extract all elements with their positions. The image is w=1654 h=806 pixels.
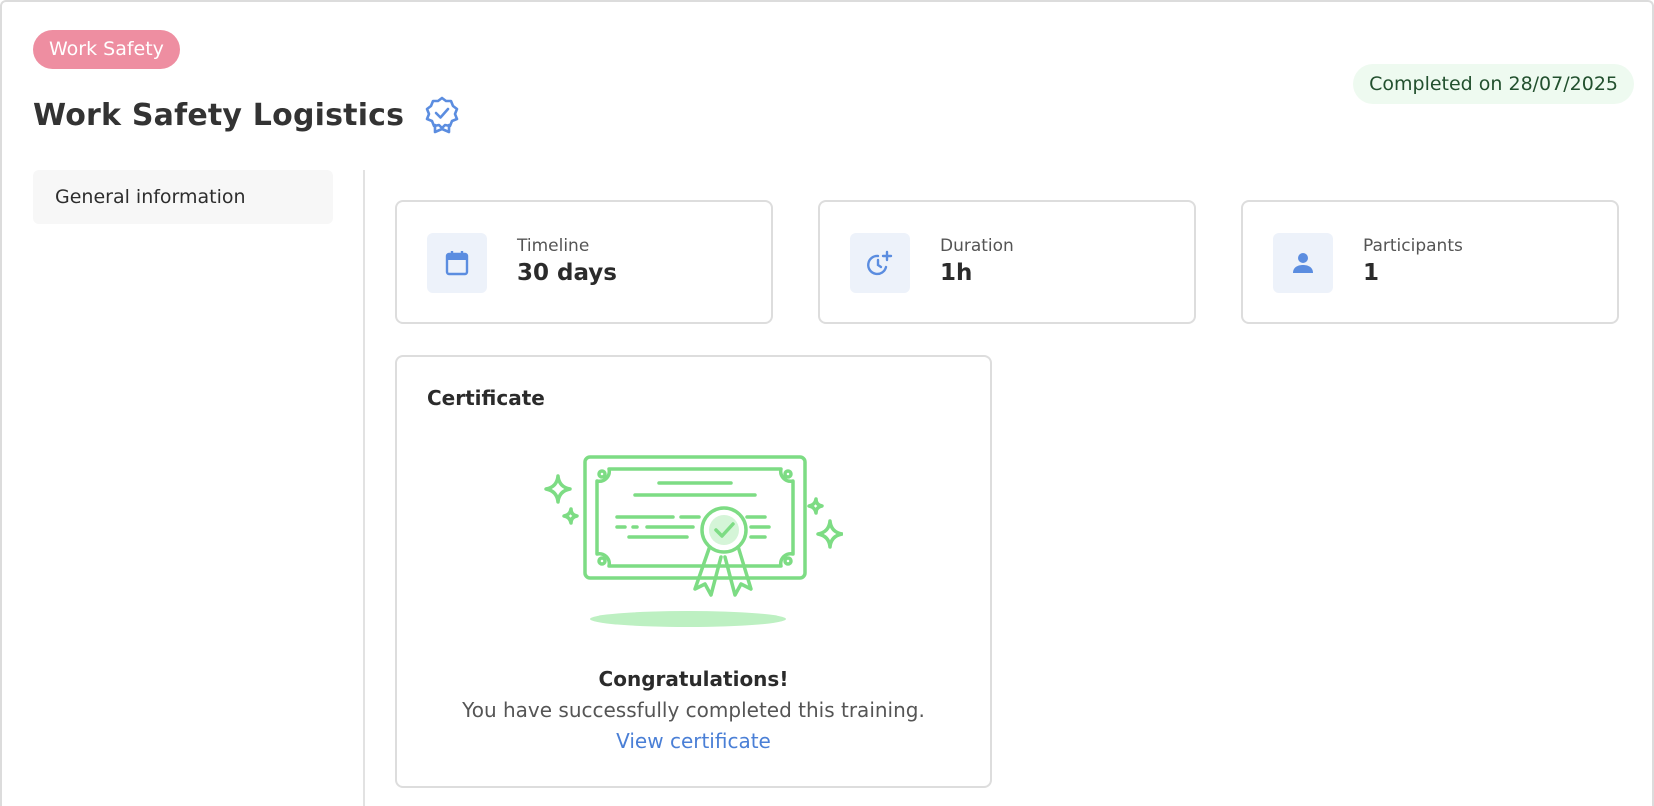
duration-card: Duration 1h bbox=[818, 200, 1196, 324]
stat-label: Timeline bbox=[517, 236, 590, 256]
stat-value: 1h bbox=[940, 260, 973, 286]
timeline-card: Timeline 30 days bbox=[395, 200, 773, 324]
stat-value: 30 days bbox=[517, 260, 617, 286]
completion-message: You have successfully completed this tra… bbox=[462, 698, 925, 722]
category-tag: Work Safety bbox=[33, 30, 180, 69]
stat-label: Participants bbox=[1363, 236, 1463, 256]
calendar-icon bbox=[427, 233, 487, 293]
stat-value: 1 bbox=[1363, 260, 1380, 286]
participants-card: Participants 1 bbox=[1241, 200, 1619, 324]
sidebar-divider bbox=[363, 170, 365, 806]
congratulations-text: Congratulations! bbox=[598, 667, 789, 691]
stat-label: Duration bbox=[940, 236, 1014, 256]
completion-status-badge: Completed on 28/07/2025 bbox=[1353, 64, 1634, 104]
certificate-heading: Certificate bbox=[427, 386, 545, 410]
person-icon bbox=[1273, 233, 1333, 293]
verified-badge-icon bbox=[424, 96, 460, 134]
page-title: Work Safety Logistics bbox=[33, 97, 405, 133]
clock-plus-icon bbox=[850, 233, 910, 293]
sidebar-item-general-information[interactable]: General information bbox=[33, 170, 333, 224]
certificate-card: Certificate Congratulations! You have su… bbox=[395, 355, 992, 788]
title-row: Work Safety Logistics bbox=[33, 96, 460, 134]
view-certificate-link[interactable]: View certificate bbox=[397, 729, 990, 753]
certificate-illustration-icon bbox=[533, 453, 844, 633]
